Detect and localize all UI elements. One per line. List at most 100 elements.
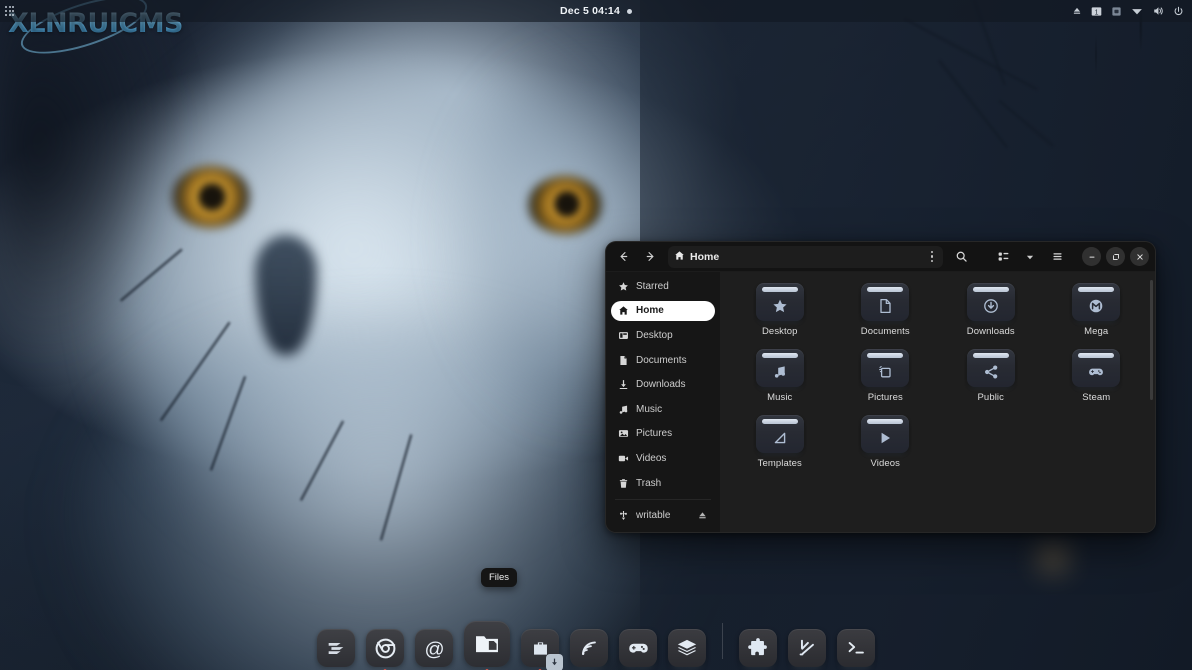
volume-icon[interactable] <box>1152 5 1164 17</box>
dock-item-terminal[interactable] <box>837 629 875 667</box>
apps-grid-icon[interactable] <box>5 6 15 16</box>
top-bar: Dec 5 04:14 1 <box>0 0 1192 22</box>
file-grid: Desktop Documents Downloads Mega Music P… <box>727 280 1149 469</box>
maximize-button[interactable] <box>1106 247 1125 266</box>
close-button[interactable] <box>1130 247 1149 266</box>
sidebar-item-label: Pictures <box>636 428 673 440</box>
network-icon[interactable] <box>1131 5 1143 17</box>
template-glyph-icon <box>772 424 788 454</box>
desktop-screen: XLNRUICMS Dec 5 04:14 1 Home Starred Hom… <box>0 0 1192 670</box>
folder-icon <box>1072 349 1121 388</box>
file-item-label: Pictures <box>867 392 903 403</box>
eject-icon[interactable] <box>1072 6 1082 16</box>
sidebar-item-music[interactable]: Music <box>611 399 715 420</box>
download-badge-icon <box>546 654 563 670</box>
kebab-menu-icon[interactable] <box>927 250 938 263</box>
file-item-videos[interactable]: Videos <box>833 412 939 469</box>
file-item-label: Mega <box>1084 326 1109 337</box>
share-glyph-icon <box>983 358 999 388</box>
dock-item-rss-reader[interactable] <box>570 629 608 667</box>
folder-icon <box>755 415 804 454</box>
dock-tooltip: Files <box>481 568 518 587</box>
file-item-downloads[interactable]: Downloads <box>938 280 1044 337</box>
dock-item-system-monitor[interactable] <box>788 629 826 667</box>
file-item-templates[interactable]: Templates <box>727 412 833 469</box>
places-sidebar: Starred Home Desktop Documents Downloads <box>606 272 721 532</box>
hamburger-menu-icon[interactable] <box>1046 246 1068 268</box>
breadcrumb-label: Home <box>690 250 720 263</box>
file-item-public[interactable]: Public <box>938 346 1044 403</box>
star-glyph-icon <box>772 292 788 322</box>
file-item-label: Music <box>767 392 793 403</box>
dock-item-layers-app[interactable] <box>668 629 706 667</box>
files-window[interactable]: Home Starred Home Desktop Documents Down… <box>605 241 1156 533</box>
folder-icon <box>755 349 804 387</box>
grid-view-icon[interactable] <box>992 246 1014 268</box>
file-grid-area[interactable]: Desktop Documents Downloads Mega Music P… <box>721 272 1155 532</box>
file-item-label: Steam <box>1082 392 1111 403</box>
breadcrumb[interactable]: Home <box>668 245 943 268</box>
folder-icon <box>861 415 910 454</box>
sidebar-item-downloads[interactable]: Downloads <box>611 374 715 395</box>
file-item-label: Videos <box>870 458 900 469</box>
back-arrow-icon[interactable] <box>612 246 634 268</box>
archive-icon[interactable] <box>1111 6 1122 17</box>
sidebar-item-label: Desktop <box>636 330 673 342</box>
dock-separator <box>722 622 723 659</box>
file-item-label: Desktop <box>761 326 798 337</box>
dock: @ <box>0 614 1192 670</box>
home-icon <box>674 250 685 264</box>
sidebar-item-home[interactable]: Home <box>611 300 715 322</box>
sidebar-item-starred[interactable]: Starred <box>611 276 715 297</box>
gamepad-glyph-icon <box>1088 358 1104 388</box>
sidebar-item-desktop[interactable]: Desktop <box>611 325 715 346</box>
dock-item-chrome[interactable] <box>366 629 404 670</box>
file-item-pictures[interactable]: Pictures <box>833 346 939 403</box>
folder-icon <box>861 349 910 388</box>
svg-text:@: @ <box>424 638 444 660</box>
sidebar-item-documents[interactable]: Documents <box>611 350 715 371</box>
file-item-mega[interactable]: Mega <box>1044 280 1150 337</box>
notification-dot-icon[interactable] <box>627 8 632 14</box>
file-item-label: Documents <box>860 326 910 337</box>
sidebar-item-label: Music <box>636 403 663 415</box>
clock[interactable]: Dec 5 04:14 <box>560 5 620 17</box>
minimize-button[interactable] <box>1082 247 1101 266</box>
power-icon[interactable] <box>1173 6 1184 17</box>
folder-icon <box>861 283 910 321</box>
file-item-documents[interactable]: Documents <box>833 280 939 337</box>
sidebar-item-label: writable <box>636 510 671 522</box>
sidebar-item-pictures[interactable]: Pictures <box>611 424 715 445</box>
forward-arrow-icon[interactable] <box>639 246 661 268</box>
dock-item-software[interactable] <box>521 629 563 670</box>
sidebar-item-trash[interactable]: Trash <box>611 473 715 494</box>
dock-item-files[interactable] <box>464 621 510 670</box>
file-item-label: Templates <box>757 458 802 469</box>
vertical-scrollbar[interactable] <box>1150 280 1153 400</box>
sidebar-item-label: Downloads <box>636 379 686 391</box>
folder-icon <box>966 349 1015 388</box>
sidebar-item-videos[interactable]: Videos <box>611 448 715 469</box>
dock-item-zorin-menu[interactable] <box>317 629 355 667</box>
chevron-down-icon[interactable] <box>1019 246 1041 268</box>
dock-item-mail[interactable]: @ <box>415 629 453 667</box>
window-header: Home <box>606 242 1155 272</box>
folder-icon <box>966 283 1015 321</box>
sidebar-item-writable-device[interactable]: writable <box>611 505 715 526</box>
sidebar-item-label: Videos <box>636 453 667 465</box>
play-glyph-icon <box>877 424 893 454</box>
file-item-steam[interactable]: Steam <box>1044 346 1150 403</box>
file-item-desktop[interactable]: Desktop <box>727 280 833 337</box>
folder-icon <box>1072 283 1121 322</box>
file-item-label: Downloads <box>966 326 1015 337</box>
photo-glyph-icon <box>877 358 893 388</box>
file-item-label: Public <box>977 392 1004 403</box>
eject-icon[interactable] <box>697 510 708 521</box>
dock-item-extensions[interactable] <box>739 629 777 667</box>
keyboard-layout-icon[interactable]: 1 <box>1091 6 1102 17</box>
dock-item-games[interactable] <box>619 629 657 667</box>
search-icon[interactable] <box>950 246 972 268</box>
svg-text:1: 1 <box>1095 9 1099 16</box>
mega-glyph-icon <box>1088 292 1104 322</box>
file-item-music[interactable]: Music <box>727 346 833 403</box>
